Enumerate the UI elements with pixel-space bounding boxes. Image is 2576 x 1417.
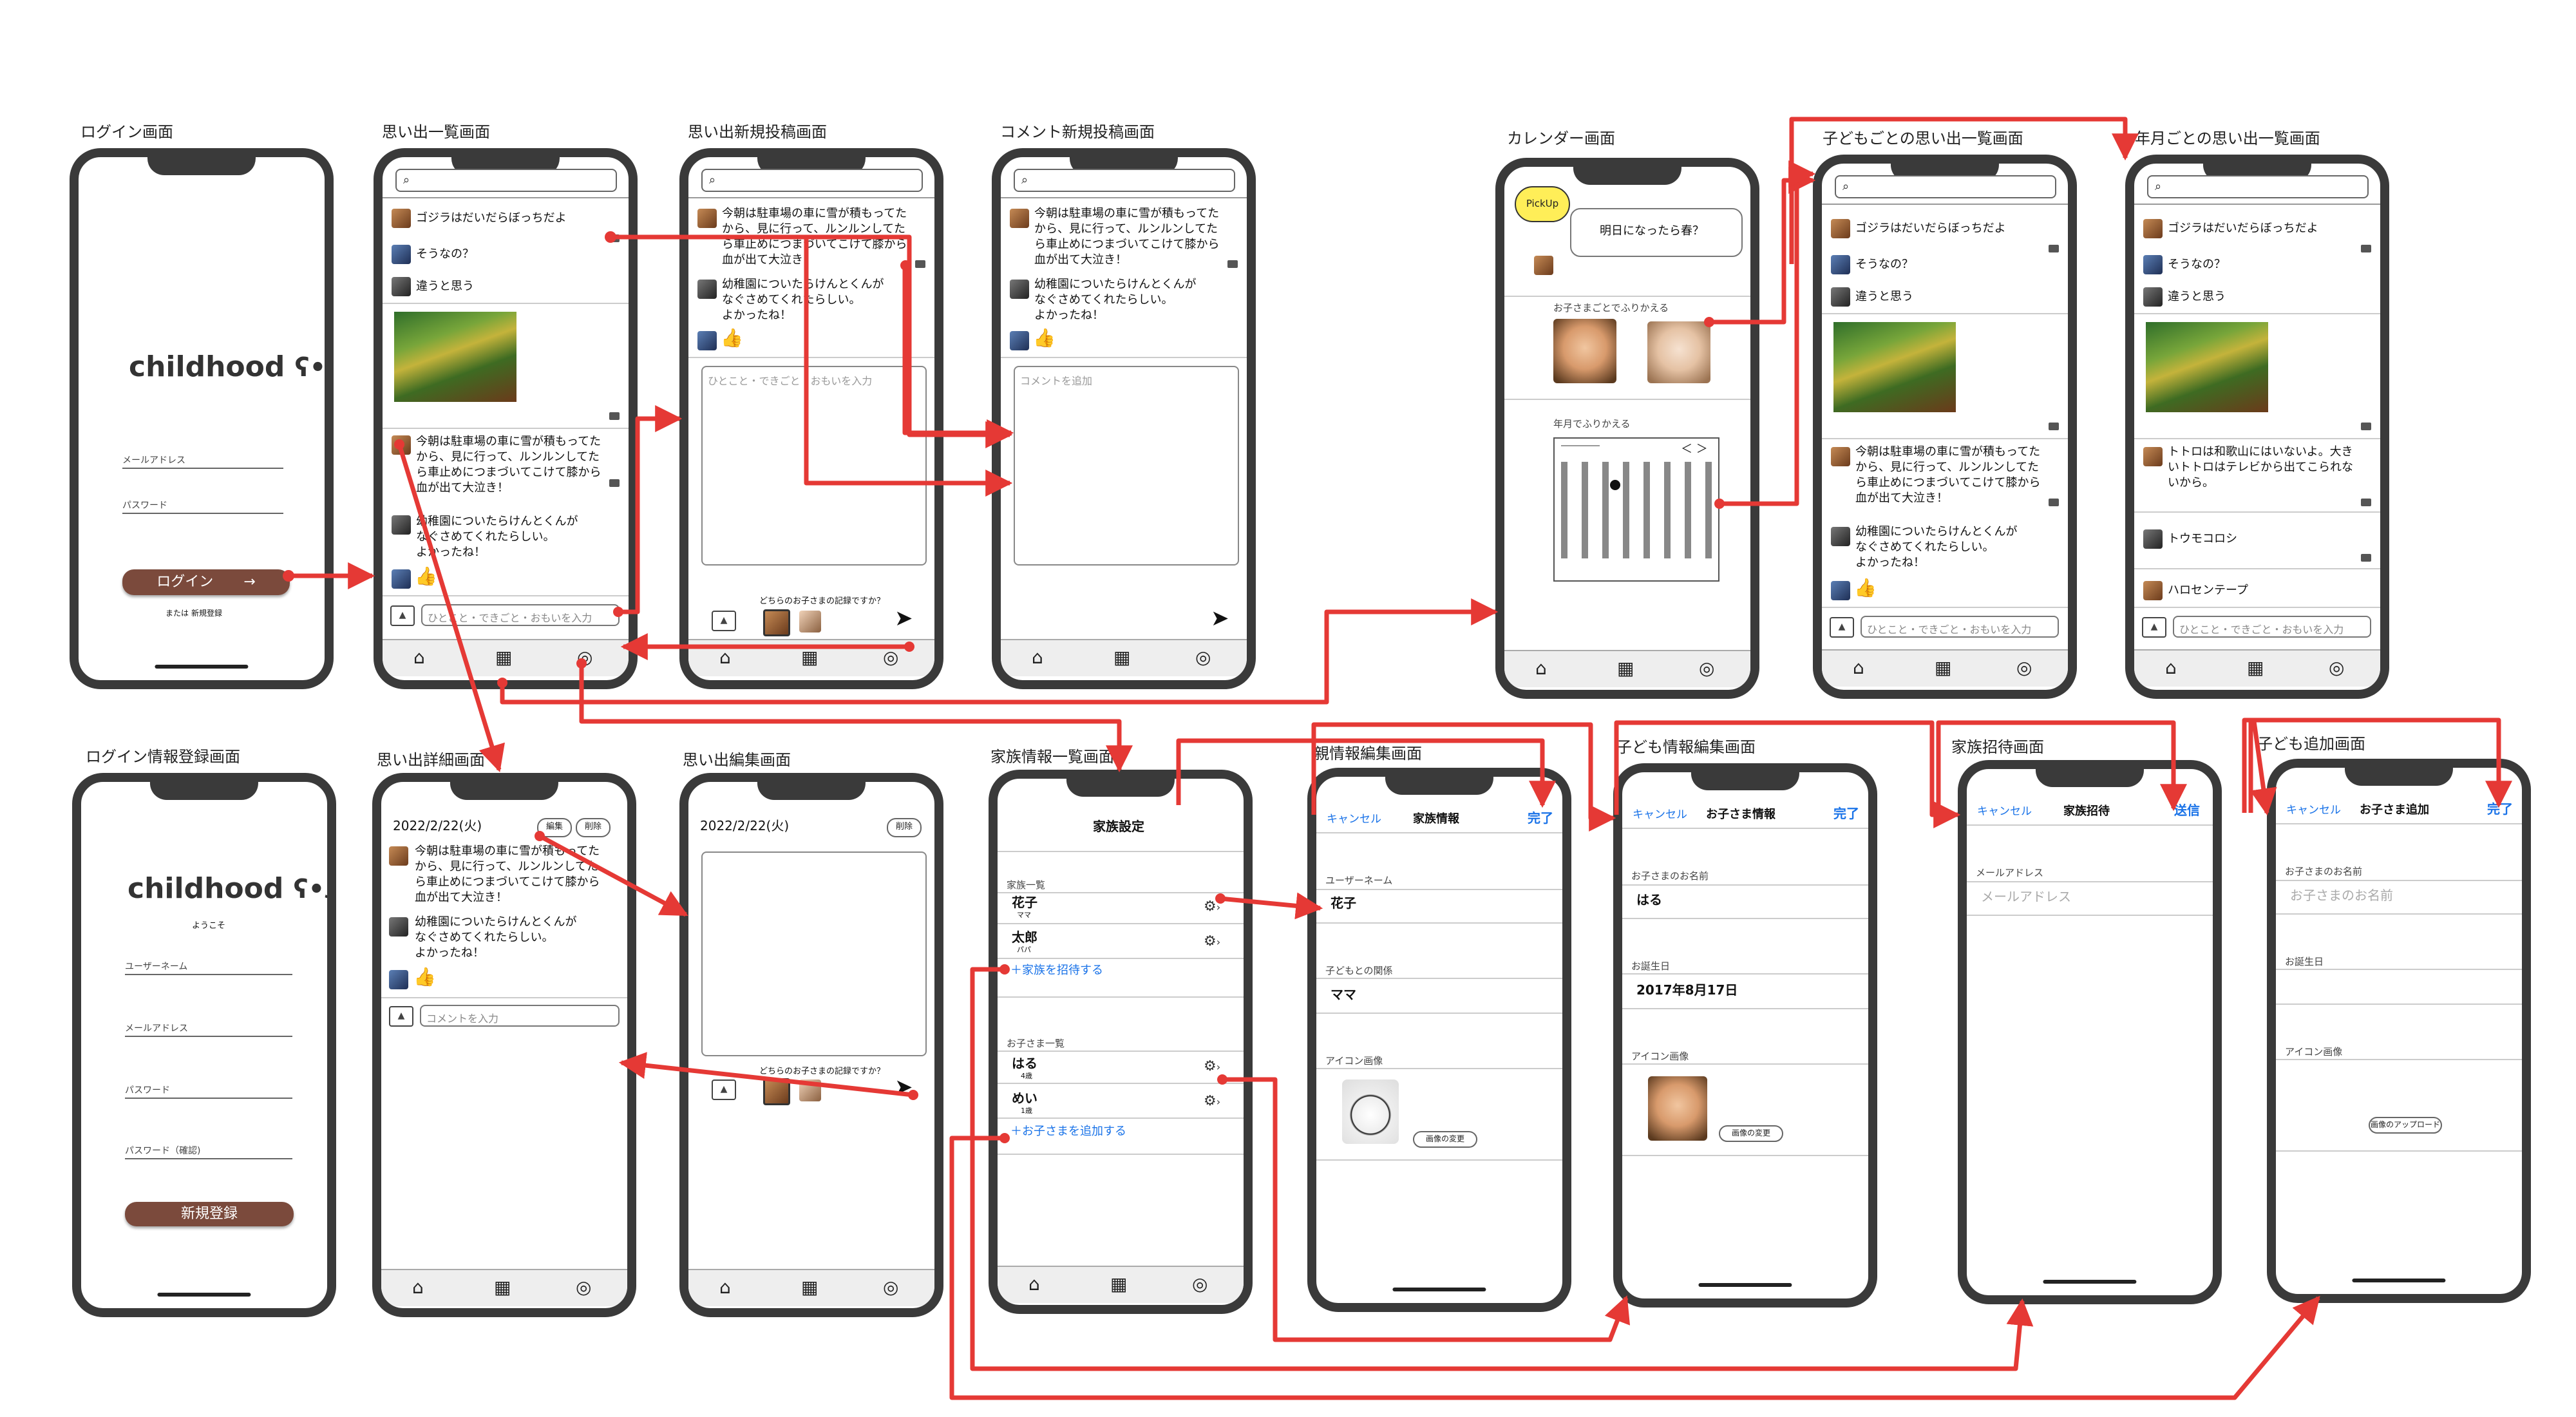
arrow-start-dot	[613, 607, 623, 617]
arrow-start-dot	[908, 1090, 918, 1100]
arrow-to-invite	[1614, 720, 1961, 828]
arrow-calendar-tab	[500, 598, 1499, 705]
arrow-start-dot	[1704, 317, 1714, 327]
arrow-start-dot	[1714, 499, 1725, 509]
arrow-add-child-back	[2248, 719, 2277, 816]
arrow-start-dot	[1217, 1074, 1227, 1085]
arrow-start-dot	[497, 678, 507, 688]
arrow-comment-to-new-comment	[902, 265, 1014, 446]
arrow-start-dot	[1215, 893, 1226, 904]
arrow-calendar-month-to-memories	[1719, 160, 1816, 506]
arrow-start-dot	[535, 831, 545, 841]
arrow-invite-send	[1936, 720, 2187, 813]
arrow-family-member-to-parent-edit	[1220, 892, 1323, 920]
arrow-detail-to-edit	[538, 833, 688, 917]
arrow-start-dot	[394, 439, 404, 450]
arrow-input-to-new-post	[617, 405, 683, 614]
arrow-memories-to-detail	[397, 443, 505, 773]
arrow-child-to-yearly	[1789, 117, 2139, 264]
arrow-start-dot	[900, 260, 911, 271]
flow-arrows	[283, 117, 2512, 1400]
arrow-start-dot	[999, 1133, 1010, 1143]
arrow-edit-back-to-detail	[618, 1052, 914, 1098]
arrow-start-dot	[605, 231, 616, 243]
arrow-memories-to-new-comment	[612, 234, 1013, 448]
arrow-add-link-to-add-child	[949, 1136, 2320, 1400]
arrow-family-to-parent	[1176, 738, 1556, 808]
arrow-start-dot	[999, 964, 1010, 975]
arrow-start-dot	[283, 570, 294, 582]
arrow-to-add-child	[2242, 718, 2512, 813]
arrow-start-dot	[576, 658, 587, 669]
arrow-invite-link-to-invite	[970, 967, 2034, 1371]
arrow-start-dot	[904, 642, 914, 652]
arrow-child-settings-to-child-edit	[1222, 1077, 1631, 1342]
arrow-profile-to-family	[579, 663, 1133, 773]
